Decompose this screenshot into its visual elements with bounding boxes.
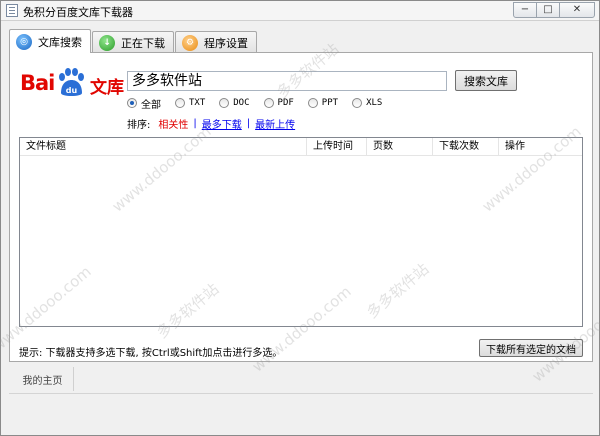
sort-options: 排序: 相关性 | 最多下载 | 最新上传: [127, 116, 295, 131]
tab-label: 文库搜索: [38, 35, 82, 49]
settings-icon: ⚙: [182, 34, 198, 51]
download-icon: ↓: [99, 34, 115, 51]
column-header-downloads[interactable]: 下载次数: [433, 138, 499, 156]
search-icon: ◎: [16, 33, 32, 50]
baidu-paw-icon: du: [59, 68, 84, 96]
maximize-icon: □: [543, 4, 553, 15]
search-library-button[interactable]: 搜索文库: [455, 70, 517, 91]
radio-icon: [263, 98, 274, 108]
sort-separator: |: [193, 118, 197, 129]
search-input[interactable]: 多多软件站: [127, 71, 447, 91]
sort-label: 排序:: [127, 120, 151, 131]
app-window: 免积分百度文库下载器 − □ ✕ ◎ 文库搜索 ↓ 正在下载 ⚙ 程序设置 Ba…: [0, 0, 600, 436]
main-tabs: ◎ 文库搜索 ↓ 正在下载 ⚙ 程序设置: [9, 29, 258, 53]
tab-settings[interactable]: ⚙ 程序设置: [175, 31, 257, 53]
filter-label: PDF: [277, 98, 294, 108]
filter-doc[interactable]: DOC: [219, 98, 250, 108]
title-bar: 免积分百度文库下载器 − □ ✕: [1, 1, 599, 21]
radio-checked-icon: [127, 98, 137, 108]
filter-label: XLS: [366, 98, 383, 108]
tab-label: 程序设置: [204, 36, 248, 50]
column-header-title[interactable]: 文件标题: [20, 138, 307, 156]
filter-label: PPT: [321, 98, 339, 108]
column-header-pages[interactable]: 页数: [367, 138, 433, 156]
multi-select-hint: 提示: 下载器支持多选下载, 按Ctrl或Shift加点击进行多选。: [19, 348, 283, 359]
radio-icon: [352, 98, 363, 108]
tab-library-search[interactable]: ◎ 文库搜索: [9, 29, 91, 53]
radio-icon: [307, 98, 318, 108]
radio-icon: [175, 98, 185, 108]
window-title: 免积分百度文库下载器: [23, 6, 133, 19]
search-panel: Bai du 文库 多多软件站 搜索文库 全部 TXT DOC PDF PPT …: [9, 52, 593, 362]
baidu-wenku-logo: Bai du 文库: [20, 67, 132, 101]
status-bar: [1, 401, 599, 435]
column-header-actions[interactable]: 操作: [499, 138, 574, 156]
sort-latest-upload-link[interactable]: 最新上传: [255, 116, 295, 131]
tab-my-homepage[interactable]: 我的主页: [12, 367, 74, 391]
logo-du-text: du: [66, 86, 78, 95]
minimize-icon: −: [520, 4, 530, 15]
maximize-button[interactable]: □: [536, 2, 560, 18]
divider: [9, 393, 593, 394]
results-table-header: 文件标题 上传时间 页数 下载次数 操作: [20, 138, 582, 156]
tab-downloading[interactable]: ↓ 正在下载: [92, 31, 174, 53]
filter-txt[interactable]: TXT: [175, 98, 205, 108]
logo-wenku-text: 文库: [90, 78, 124, 98]
file-type-filter: 全部 TXT DOC PDF PPT XLS: [127, 96, 396, 111]
close-icon: ✕: [572, 4, 582, 15]
filter-label: DOC: [233, 98, 250, 108]
download-selected-button[interactable]: 下载所有选定的文档: [479, 339, 583, 357]
results-table[interactable]: 文件标题 上传时间 页数 下载次数 操作: [19, 137, 583, 327]
filter-pdf[interactable]: PDF: [263, 98, 294, 108]
window-controls: − □ ✕: [513, 2, 595, 18]
sort-separator: |: [246, 118, 251, 129]
filter-all[interactable]: 全部: [127, 96, 161, 111]
filter-label: 全部: [141, 99, 161, 111]
radio-icon: [219, 98, 230, 108]
filter-label: TXT: [189, 98, 206, 108]
minimize-button[interactable]: −: [513, 2, 537, 18]
close-button[interactable]: ✕: [559, 2, 595, 18]
filter-ppt[interactable]: PPT: [307, 98, 339, 108]
app-document-icon: [6, 4, 18, 17]
sort-relevance-link[interactable]: 相关性: [158, 116, 188, 131]
logo-bai-text: Bai: [20, 71, 55, 95]
column-header-upload-time[interactable]: 上传时间: [307, 138, 367, 156]
tab-label: 正在下载: [121, 36, 165, 50]
filter-xls[interactable]: XLS: [352, 98, 382, 108]
sort-most-downloads-link[interactable]: 最多下载: [202, 116, 242, 131]
